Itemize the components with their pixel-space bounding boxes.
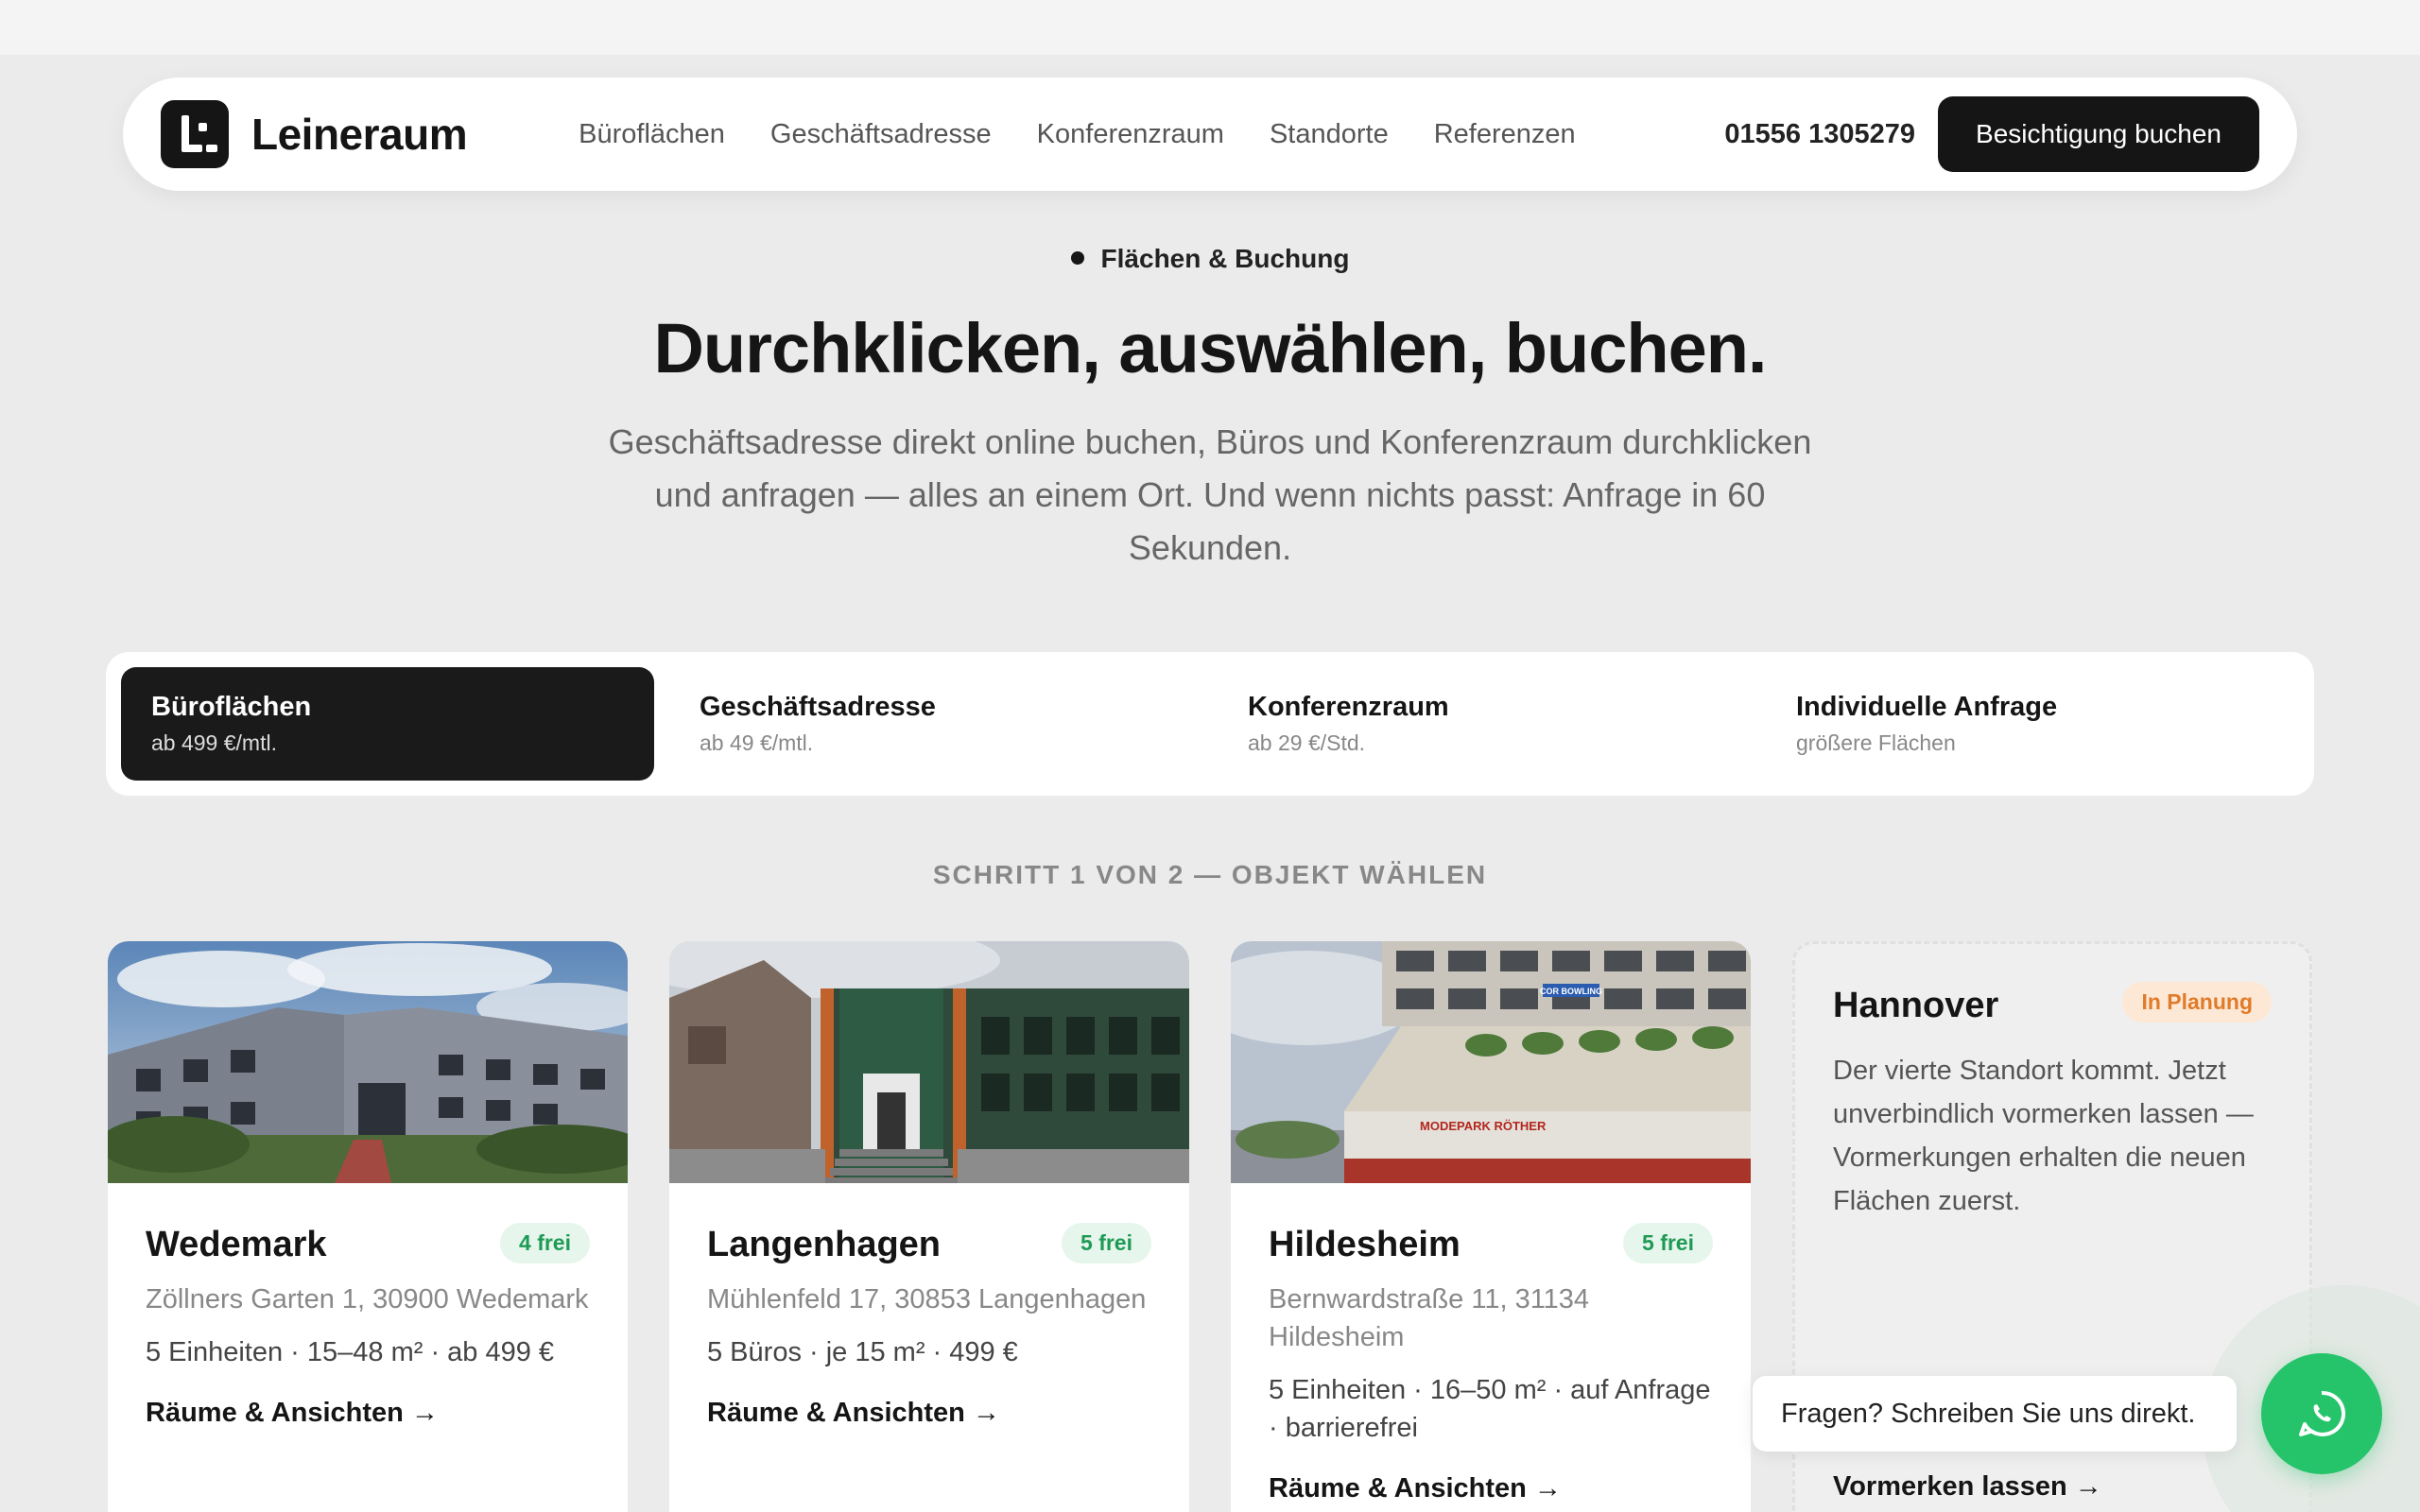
location-address: Zöllners Garten 1, 30900 Wedemark <box>146 1284 589 1314</box>
location-card-wedemark[interactable]: Wedemark 4 frei Zöllners Garten 1, 30900… <box>108 941 628 1512</box>
logo-icon <box>161 100 229 168</box>
category-tabs: Büroflächen ab 499 €/mtl. Geschäftsadres… <box>106 652 2314 796</box>
location-details: 5 Einheiten · 16–50 m² · auf Anfrage · b… <box>1269 1375 1711 1443</box>
availability-badge: 5 frei <box>1062 1223 1151 1263</box>
tab-label: Individuelle Anfrage <box>1796 692 2058 722</box>
location-details: 5 Einheiten · 15–48 m² · ab 499 € <box>146 1337 555 1367</box>
location-address: Mühlenfeld 17, 30853 Langenhagen <box>707 1284 1147 1314</box>
location-details: 5 Büros · je 15 m² · 499 € <box>707 1337 1018 1367</box>
tab-price: ab 49 €/mtl. <box>700 730 814 755</box>
planning-badge: In Planung <box>2122 982 2272 1022</box>
section-eyebrow: Flächen & Buchung <box>0 244 2420 274</box>
location-photo <box>669 941 1189 1183</box>
whatsapp-chat-button[interactable] <box>2261 1353 2382 1474</box>
rooms-views-link[interactable]: Räume & Ansichten → <box>1269 1473 1713 1504</box>
tab-geschaeftsadresse[interactable]: Geschäftsadresse ab 49 €/mtl. <box>669 667 1202 781</box>
brand-logo[interactable]: Leineraum <box>161 100 468 168</box>
location-card-hildesheim[interactable]: COR BOWLING MODEPARK RÖTHER Hildesheim 5… <box>1231 941 1751 1512</box>
eyebrow-text: Flächen & Buchung <box>1100 244 1350 273</box>
bullet-dot-icon <box>1070 250 1084 265</box>
step-indicator: SCHRITT 1 VON 2 — OBJEKT WÄHLEN <box>932 860 1488 889</box>
location-address: Bernwardstraße 11, 31134 Hildesheim <box>1269 1284 1590 1352</box>
nav-item-konferenzraum[interactable]: Konferenzraum <box>1037 119 1224 150</box>
rooms-views-link[interactable]: Räume & Ansichten → <box>707 1398 1151 1429</box>
tab-price: größere Flächen <box>1796 730 1956 755</box>
location-photo: COR BOWLING MODEPARK RÖTHER <box>1231 941 1751 1183</box>
chat-prompt-bubble[interactable]: Fragen? Schreiben Sie uns direkt. <box>1753 1376 2237 1452</box>
phone-link[interactable]: 01556 1305279 <box>1724 119 1915 150</box>
whatsapp-icon <box>2299 1390 2346 1436</box>
tab-label: Büroflächen <box>151 692 312 722</box>
nav-item-geschaeftsadresse[interactable]: Geschäftsadresse <box>770 119 992 150</box>
location-card-langenhagen[interactable]: Langenhagen 5 frei Mühlenfeld 17, 30853 … <box>669 941 1189 1512</box>
tab-price: ab 29 €/Std. <box>1248 730 1366 755</box>
rooms-views-link[interactable]: Räume & Ansichten → <box>146 1398 590 1429</box>
book-viewing-button[interactable]: Besichtigung buchen <box>1938 96 2259 172</box>
availability-badge: 5 frei <box>1623 1223 1713 1263</box>
location-photo <box>108 941 628 1183</box>
browser-top-strip <box>0 0 2420 55</box>
brand-name: Leineraum <box>251 110 468 159</box>
main-nav: Büroflächen Geschäftsadresse Konferenzra… <box>579 119 1621 150</box>
availability-badge: 4 frei <box>500 1223 590 1263</box>
nav-item-referenzen[interactable]: Referenzen <box>1434 119 1576 150</box>
sign-modepark: MODEPARK RÖTHER <box>1420 1119 1547 1133</box>
page-subtitle: Geschäftsadresse direkt online buchen, B… <box>608 422 1812 567</box>
tab-konferenzraum[interactable]: Konferenzraum ab 29 €/Std. <box>1218 667 1751 781</box>
reserve-link[interactable]: Vormerken lassen → <box>1833 1471 2102 1503</box>
tab-label: Konferenzraum <box>1248 692 1449 722</box>
tab-label: Geschäftsadresse <box>700 692 936 722</box>
tab-price: ab 499 €/mtl. <box>151 730 277 755</box>
site-header: Leineraum Büroflächen Geschäftsadresse K… <box>123 77 2297 191</box>
page-title: Durchklicken, auswählen, buchen. <box>653 309 1767 387</box>
nav-item-standorte[interactable]: Standorte <box>1270 119 1389 150</box>
tab-bueroflaechen[interactable]: Büroflächen ab 499 €/mtl. <box>121 667 654 781</box>
planned-description: Der vierte Standort kommt. Jetzt unverbi… <box>1833 1056 2254 1216</box>
sign-bowling: COR BOWLING <box>1540 987 1602 996</box>
tab-individuelle-anfrage[interactable]: Individuelle Anfrage größere Flächen <box>1766 667 2299 781</box>
nav-item-bueroflaechen[interactable]: Büroflächen <box>579 119 725 150</box>
